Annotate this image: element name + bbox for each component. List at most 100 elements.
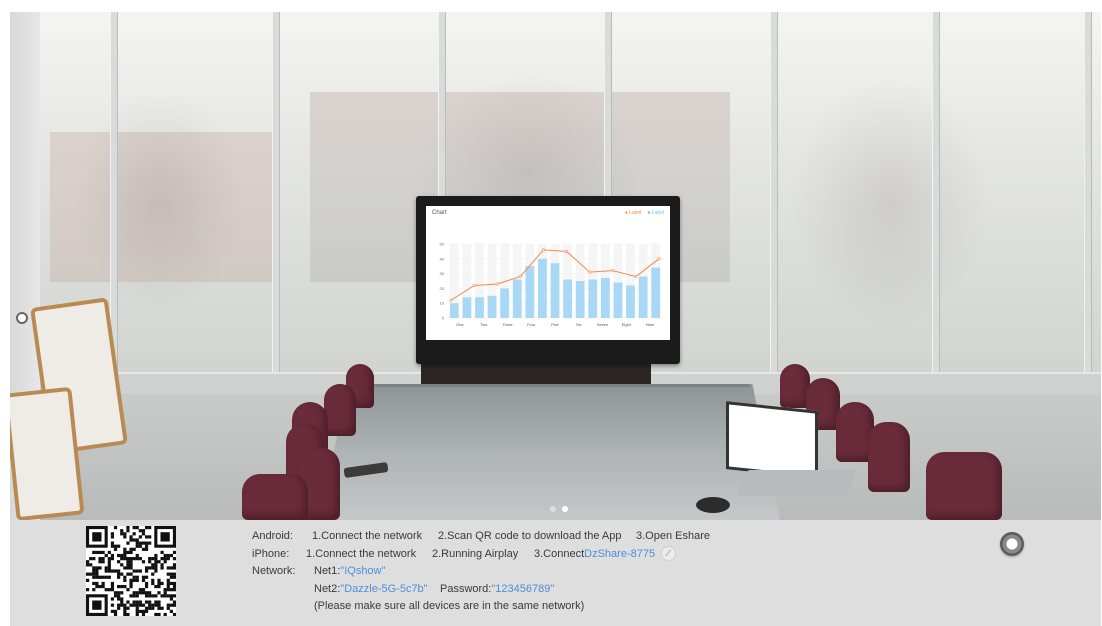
page-dot[interactable] [550, 506, 556, 512]
qr-module [113, 547, 118, 551]
qr-module [126, 572, 130, 576]
chart-bar [575, 281, 585, 318]
qr-module [151, 563, 155, 567]
qr-module [141, 529, 146, 533]
qr-module [98, 560, 102, 564]
qr-module [172, 581, 176, 586]
qr-module [154, 560, 158, 564]
password: Password:"123456789" [440, 582, 555, 595]
ring-home-icon[interactable] [1000, 532, 1024, 556]
qr-module [129, 563, 133, 567]
chart-bar [651, 267, 661, 318]
qr-module [92, 581, 96, 586]
qr-module [129, 547, 133, 551]
qr-module [135, 600, 139, 604]
qr-module [126, 526, 130, 530]
qr-module [160, 550, 164, 555]
qr-module [117, 569, 121, 573]
qr-module [144, 600, 149, 604]
qr-module [132, 532, 136, 536]
qr-module [144, 544, 149, 548]
qr-module [169, 609, 173, 613]
qr-module [169, 594, 173, 598]
page-indicator [550, 506, 568, 512]
qr-finder [92, 600, 102, 610]
chair [926, 452, 1002, 520]
qr-module [151, 594, 155, 598]
qr-module [138, 588, 142, 592]
line-point [634, 275, 638, 279]
qr-module [148, 535, 152, 539]
qr-module [172, 575, 176, 579]
qr-module [144, 575, 149, 579]
qr-module [163, 560, 167, 564]
qr-module [172, 550, 176, 555]
qr-module [117, 553, 121, 558]
net2: Net2:"Dazzle-5G-5c7b" [314, 582, 428, 595]
qr-module [92, 588, 96, 592]
qr-module [144, 541, 149, 545]
page-dot-active[interactable] [562, 506, 568, 512]
qr-module [129, 572, 133, 576]
qr-module [110, 609, 115, 613]
qr-module [151, 557, 155, 561]
qr-module [129, 550, 133, 555]
qr-module [123, 606, 127, 610]
qr-module [154, 584, 158, 589]
chart-bar [550, 263, 560, 318]
qr-module [101, 581, 105, 586]
qr-module [110, 603, 115, 607]
qr-module [92, 569, 96, 573]
x-tick-label: One [456, 322, 464, 327]
qr-module [144, 547, 149, 551]
qr-module [154, 557, 158, 561]
side-handle-icon[interactable] [16, 312, 28, 324]
qr-module [154, 569, 158, 573]
qr-module [135, 526, 139, 530]
qr-module [98, 550, 102, 555]
qr-module [113, 609, 118, 613]
qr-module [135, 544, 139, 548]
qr-module [129, 538, 133, 542]
qr-module [95, 581, 99, 586]
qr-finder [160, 532, 170, 542]
qr-module [107, 563, 111, 567]
chair [242, 474, 308, 520]
qr-module [117, 603, 121, 607]
qr-module [95, 575, 99, 579]
laptop [726, 401, 818, 479]
line-point [565, 249, 569, 253]
qr-module [104, 575, 108, 579]
qr-module [117, 594, 121, 598]
qr-module [172, 612, 176, 616]
window-mullion [1084, 12, 1092, 392]
x-tick-label: Four [527, 322, 536, 327]
qr-module [132, 603, 136, 607]
qr-module [157, 560, 161, 564]
net1-value: "IQshow" [340, 565, 386, 577]
qr-module [92, 566, 96, 570]
chart-bar [500, 288, 510, 318]
qr-module [148, 606, 152, 610]
qr-module [98, 584, 102, 589]
x-tick-label: Seven [597, 322, 608, 327]
qr-module [86, 572, 90, 576]
qr-module [98, 557, 102, 561]
qr-module [98, 566, 102, 570]
table-edge [350, 384, 750, 387]
qr-code [86, 526, 176, 616]
chart-bar [487, 295, 497, 318]
qr-module [92, 575, 96, 579]
qr-module [120, 584, 124, 589]
qr-module [89, 557, 93, 561]
qr-module [104, 588, 108, 592]
qr-module [144, 594, 149, 598]
line-point [472, 283, 476, 287]
chart-bar [563, 279, 572, 318]
android-step-3: 3.Open Eshare [636, 530, 710, 542]
edit-pencil-icon[interactable] [661, 546, 677, 562]
qr-module [126, 529, 130, 533]
qr-module [132, 569, 136, 573]
iphone-step-2: 2.Running Airplay [432, 547, 519, 560]
qr-module [141, 588, 146, 592]
